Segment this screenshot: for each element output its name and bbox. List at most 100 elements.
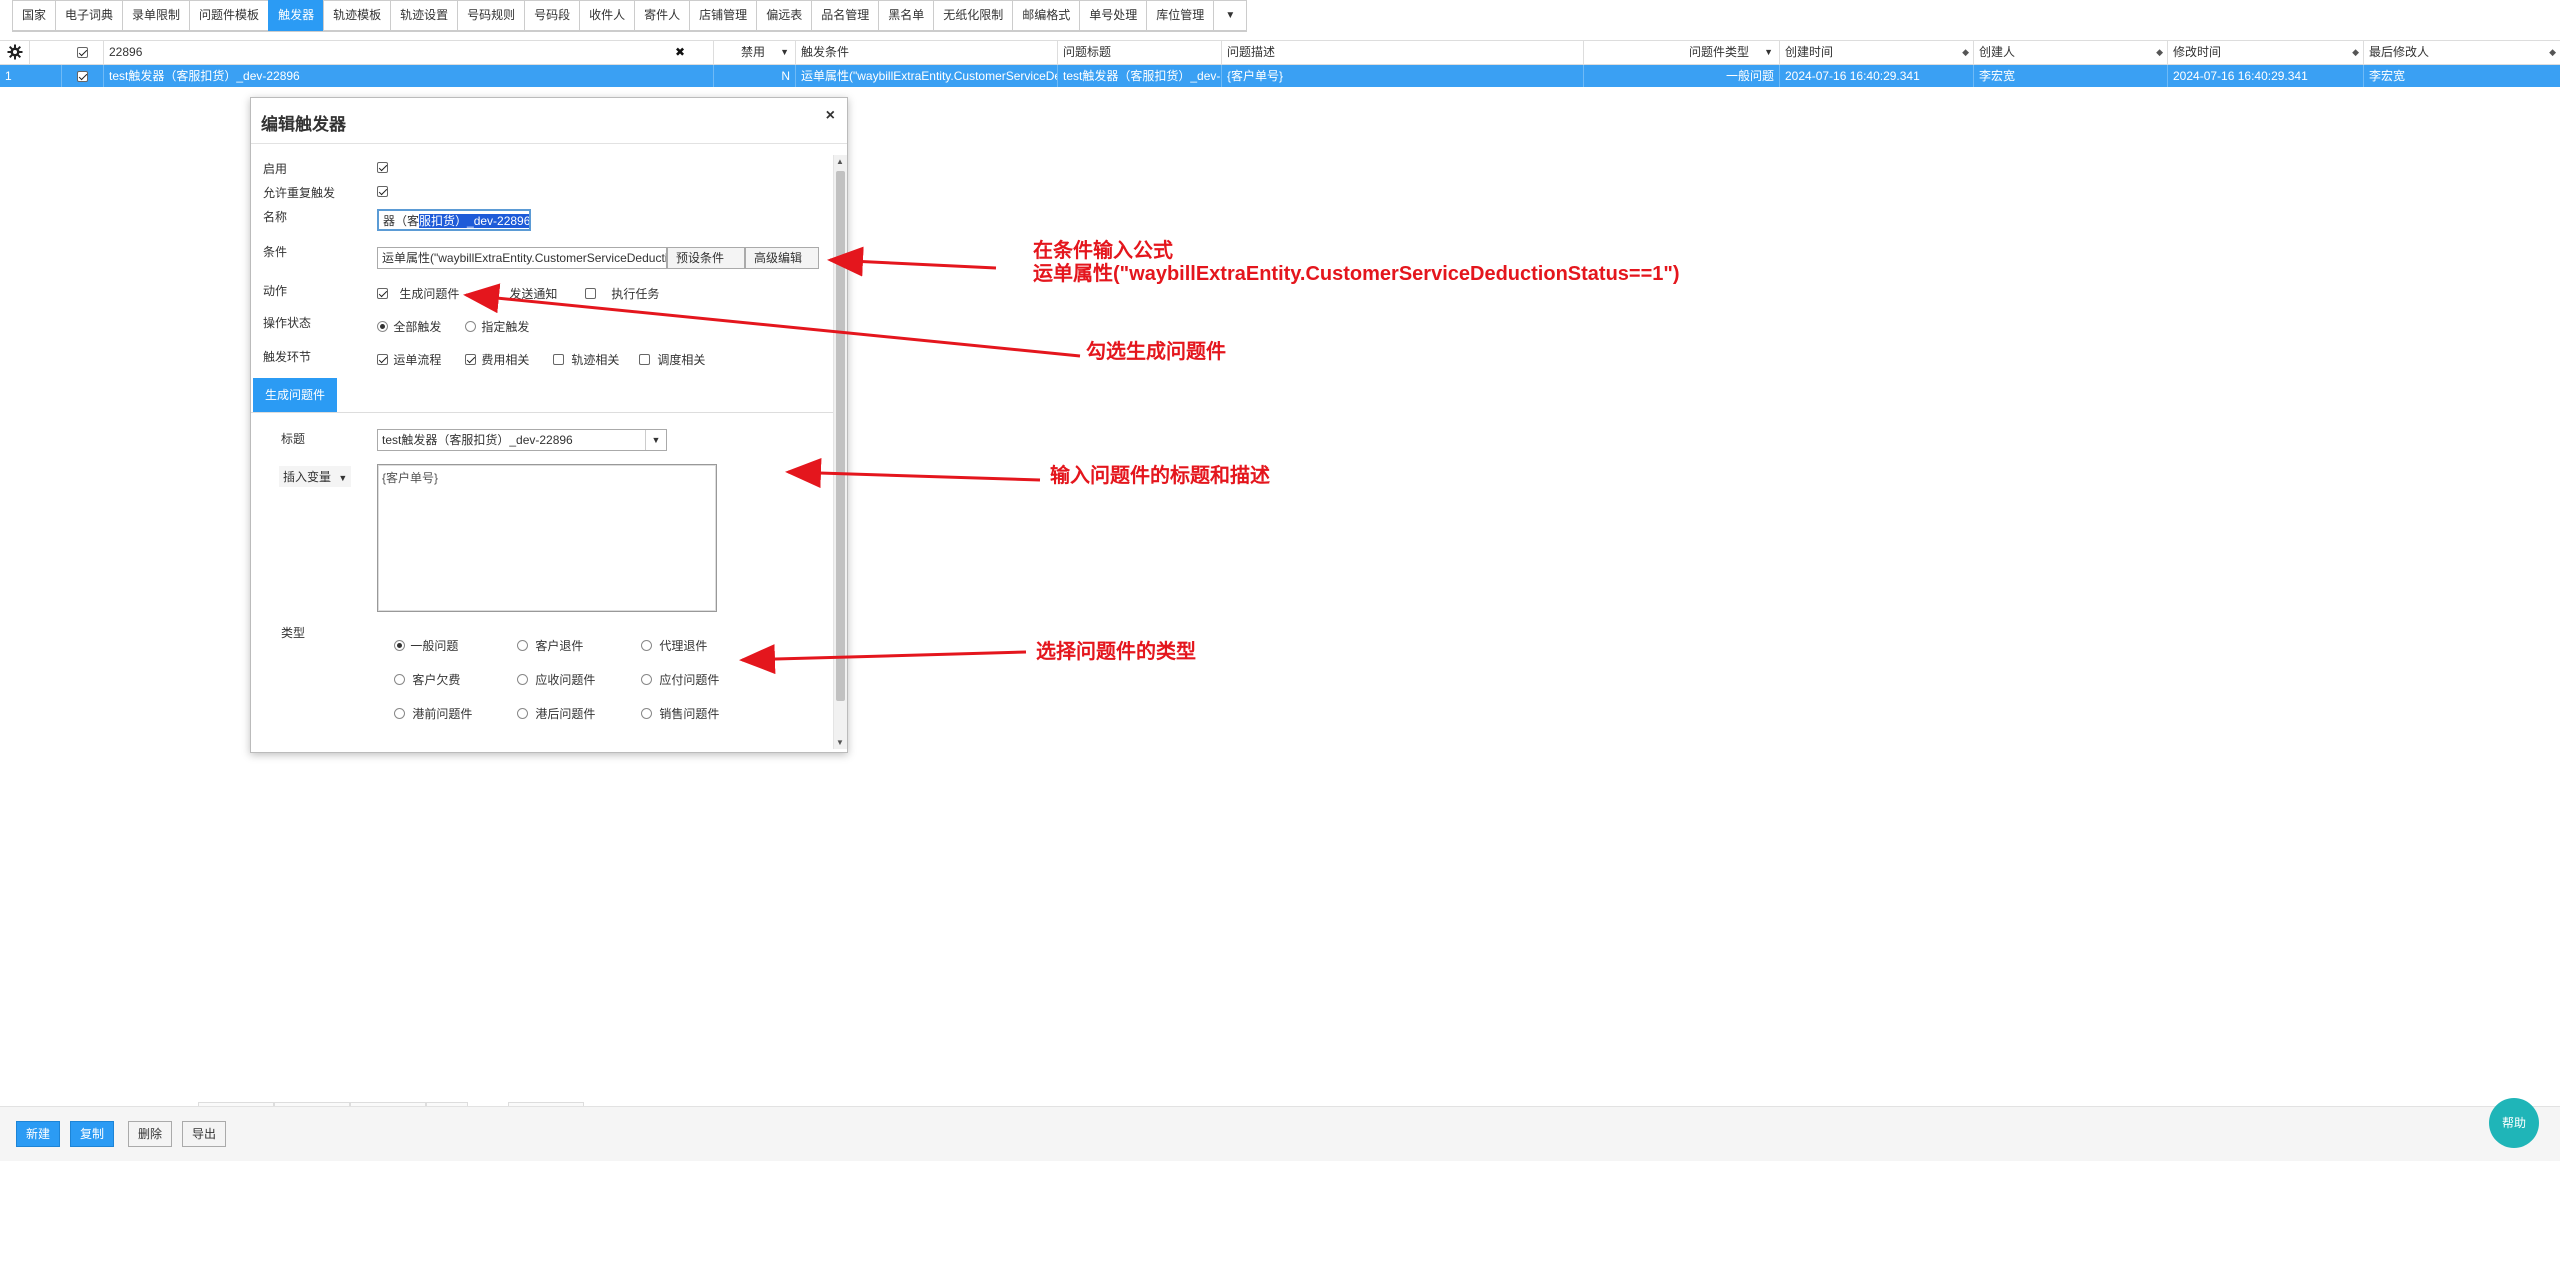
export-button[interactable]: 导出 xyxy=(182,1121,227,1147)
col-creator[interactable]: 创建人 ◆ xyxy=(1974,41,2168,64)
col-condition[interactable]: 触发条件 xyxy=(796,41,1058,64)
tab-number-range[interactable]: 号码段 xyxy=(524,0,580,31)
scroll-thumb[interactable] xyxy=(836,171,845,701)
help-button[interactable]: 帮助 xyxy=(2489,1098,2539,1148)
dropdown-arrow-icon[interactable]: ▼ xyxy=(780,41,789,64)
chevron-down-icon[interactable]: ▼ xyxy=(1213,0,1248,31)
chevron-down-icon[interactable]: ▼ xyxy=(645,430,666,450)
row-issue-type: 一般问题 xyxy=(1584,65,1780,87)
type-sales[interactable]: 销售问题件 xyxy=(641,705,719,722)
type-agent-return[interactable]: 代理退件 xyxy=(641,637,707,654)
new-button[interactable]: 新建 xyxy=(16,1121,61,1147)
tab-country[interactable]: 国家 xyxy=(12,0,56,31)
condition-input[interactable]: 运单属性("waybillExtraEntity.CustomerService… xyxy=(377,247,667,269)
bottom-toolbar: 新建 复制 删除 导出 xyxy=(0,1106,2560,1161)
type-agent-return-label: 代理退件 xyxy=(659,639,708,653)
tab-trigger[interactable]: 触发器 xyxy=(268,0,324,31)
col-issue-title[interactable]: 问题标题 xyxy=(1058,41,1222,64)
tab-number-rules[interactable]: 号码规则 xyxy=(457,0,525,31)
type-post-port-label: 港后问题件 xyxy=(535,707,596,721)
col-creator-label: 创建人 xyxy=(1979,45,2016,59)
action-send-notification[interactable]: 发送通知 xyxy=(487,285,557,302)
type-customer-arrears[interactable]: 客户欠费 xyxy=(394,671,460,688)
tab-generate-issue[interactable]: 生成问题件 xyxy=(253,378,337,412)
scroll-up-icon[interactable]: ▲ xyxy=(836,157,844,166)
stage-dispatch[interactable]: 调度相关 xyxy=(639,351,705,368)
label-action: 动作 xyxy=(263,284,288,298)
sort-icon[interactable]: ◆ xyxy=(2352,41,2359,64)
sort-icon[interactable]: ◆ xyxy=(2156,41,2163,64)
type-customer-return[interactable]: 客户退件 xyxy=(517,637,583,654)
tab-track-template[interactable]: 轨迹模板 xyxy=(323,0,391,31)
enabled-checkbox[interactable] xyxy=(377,160,388,174)
scroll-down-icon[interactable]: ▼ xyxy=(836,738,844,747)
stage-track[interactable]: 轨迹相关 xyxy=(553,351,619,368)
label-allow-repeat: 允许重复触发 xyxy=(263,186,336,200)
col-issue-type[interactable]: 问题件类型 ▼ xyxy=(1584,41,1780,64)
sort-icon[interactable]: ◆ xyxy=(1962,41,1969,64)
delete-button[interactable]: 删除 xyxy=(128,1121,173,1147)
col-issue-desc[interactable]: 问题描述 xyxy=(1222,41,1584,64)
section-divider xyxy=(251,412,833,413)
tab-entry-limit[interactable]: 录单限制 xyxy=(122,0,190,31)
tab-recipient[interactable]: 收件人 xyxy=(579,0,635,31)
advanced-edit-button[interactable]: 高级编辑 xyxy=(745,247,819,269)
tab-issue-template[interactable]: 问题件模板 xyxy=(189,0,269,31)
clear-filter-icon[interactable]: ✖ xyxy=(675,41,685,64)
op-status-all[interactable]: 全部触发 xyxy=(377,318,441,335)
type-customer-return-label: 客户退件 xyxy=(535,639,584,653)
stage-fee[interactable]: 费用相关 xyxy=(465,351,529,368)
op-status-specified-label: 指定触发 xyxy=(481,320,530,334)
col-modified-time[interactable]: 修改时间 ◆ xyxy=(2168,41,2364,64)
action-execute-task-label: 执行任务 xyxy=(611,287,660,301)
action-execute-task[interactable]: 执行任务 xyxy=(585,285,659,302)
select-all-checkbox[interactable] xyxy=(62,41,104,64)
tab-sender[interactable]: 寄件人 xyxy=(634,0,690,31)
type-receivable[interactable]: 应收问题件 xyxy=(517,671,595,688)
col-disabled[interactable]: 禁用 ▼ xyxy=(714,41,796,64)
action-generate-issue[interactable]: 生成问题件 xyxy=(377,285,459,302)
stage-waybill-flow[interactable]: 运单流程 xyxy=(377,351,441,368)
tab-paperless[interactable]: 无纸化限制 xyxy=(933,0,1013,31)
row-checkbox[interactable] xyxy=(62,65,104,87)
type-post-port[interactable]: 港后问题件 xyxy=(517,705,595,722)
type-general-label: 一般问题 xyxy=(410,639,459,653)
dialog-scrollbar[interactable]: ▲ ▼ xyxy=(833,155,847,749)
action-generate-issue-label: 生成问题件 xyxy=(399,287,460,301)
preset-condition-button[interactable]: 预设条件 xyxy=(667,247,745,269)
col-created-time[interactable]: 创建时间 ◆ xyxy=(1780,41,1974,64)
tab-blacklist[interactable]: 黑名单 xyxy=(878,0,934,31)
insert-variable-dropdown[interactable]: 插入变量 ▼ xyxy=(279,466,352,487)
name-filter-input[interactable]: 22896 ✖ xyxy=(104,41,714,64)
allow-repeat-checkbox[interactable] xyxy=(377,184,388,198)
type-general[interactable]: 一般问题 xyxy=(394,637,458,654)
trigger-grid: 22896 ✖ 禁用 ▼ 触发条件 问题标题 问题描述 问题件类型 ▼ 创建时间… xyxy=(0,40,2560,87)
stage-waybill-flow-label: 运单流程 xyxy=(393,353,442,367)
sort-icon[interactable]: ◆ xyxy=(2549,41,2556,64)
settings-gear-icon[interactable] xyxy=(0,41,30,64)
dropdown-arrow-icon[interactable]: ▼ xyxy=(1764,41,1773,64)
tab-dictionary[interactable]: 电子词典 xyxy=(55,0,123,31)
tab-number-processing[interactable]: 单号处理 xyxy=(1079,0,1147,31)
type-payable[interactable]: 应付问题件 xyxy=(641,671,719,688)
row-index: 1 xyxy=(0,65,62,87)
col-disabled-label: 禁用 xyxy=(740,45,765,59)
op-status-specified[interactable]: 指定触发 xyxy=(465,318,529,335)
annotation-title-desc: 输入问题件的标题和描述 xyxy=(1050,465,1270,487)
close-icon[interactable]: × xyxy=(826,107,835,125)
type-pre-port[interactable]: 港前问题件 xyxy=(394,705,472,722)
tab-product-name[interactable]: 品名管理 xyxy=(811,0,879,31)
tab-track-settings[interactable]: 轨迹设置 xyxy=(390,0,458,31)
tab-location[interactable]: 库位管理 xyxy=(1146,0,1214,31)
tab-store[interactable]: 店铺管理 xyxy=(689,0,757,31)
table-row[interactable]: 1 test触发器（客服扣货）_dev-22896 N 运单属性("waybil… xyxy=(0,65,2560,87)
annotation-generate-issue: 勾选生成问题件 xyxy=(1086,341,1226,363)
col-modifier[interactable]: 最后修改人 ◆ xyxy=(2364,41,2560,64)
title-select[interactable]: test触发器（客服扣货）_dev-22896 ▼ xyxy=(377,429,667,451)
name-input[interactable]: 器（客服扣货）_dev-22896 xyxy=(377,209,531,231)
description-textarea[interactable]: {客户单号} xyxy=(377,464,717,612)
tab-postcode[interactable]: 邮编格式 xyxy=(1012,0,1080,31)
tab-remote[interactable]: 偏远表 xyxy=(756,0,812,31)
action-send-notification-label: 发送通知 xyxy=(509,287,558,301)
copy-button[interactable]: 复制 xyxy=(70,1121,115,1147)
